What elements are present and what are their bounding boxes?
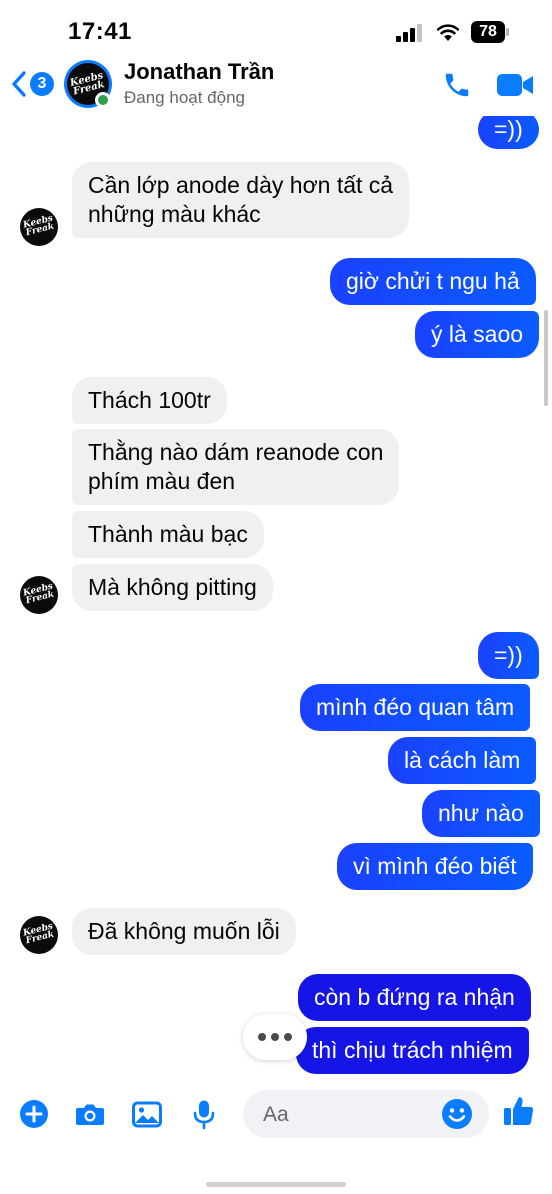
message-bubble-outgoing[interactable]: như nào: [422, 790, 540, 837]
chat-header: 3 Keebs Freak Jonathan Trần Đang hoạt độn…: [0, 56, 552, 116]
back-button[interactable]: 3: [10, 68, 56, 100]
message-bubble-incoming[interactable]: Thách 100tr: [72, 377, 227, 424]
sender-avatar[interactable]: Keebs Freak: [20, 576, 58, 614]
message-bubble-outgoing[interactable]: =)): [478, 116, 539, 149]
home-indicator: [206, 1182, 346, 1187]
message-list[interactable]: =)) Cần lớp anode dày hơn tất cả những mà…: [0, 116, 552, 1076]
unread-count-badge: 3: [30, 72, 54, 96]
message-bubble-outgoing[interactable]: thì chịu trách nhiệm: [296, 1027, 529, 1074]
message-bubble-outgoing[interactable]: là cách làm: [388, 737, 537, 784]
sender-avatar[interactable]: Keebs Freak: [20, 208, 58, 246]
message-bubble-incoming[interactable]: Cần lớp anode dày hơn tất cả những màu kh…: [72, 162, 410, 238]
smiley-icon[interactable]: [441, 1098, 473, 1130]
battery-icon: 78: [471, 21, 509, 43]
status-bar: 17:41 78: [0, 0, 552, 56]
microphone-icon[interactable]: [188, 1098, 220, 1130]
message-bubble-outgoing[interactable]: =)): [478, 632, 539, 679]
message-bubble-incoming[interactable]: Đã không muốn lỗi: [72, 908, 296, 955]
online-indicator: [95, 92, 111, 108]
message-bubble-outgoing[interactable]: ý là saoo: [415, 311, 540, 358]
message-bubble-outgoing[interactable]: giờ chửi t ngu hả: [330, 258, 536, 305]
message-bubble-incoming[interactable]: Thằng nào dám reanode con phím màu đen: [72, 429, 400, 505]
plus-circle-icon[interactable]: [18, 1098, 50, 1130]
status-time: 17:41: [68, 18, 132, 45]
contact-status: Đang hoạt động: [124, 88, 245, 107]
typing-dots-icon[interactable]: [243, 1014, 307, 1060]
message-bubble-outgoing[interactable]: còn b đứng ra nhận: [298, 974, 531, 1021]
video-camera-icon[interactable]: [496, 72, 534, 98]
contact-name[interactable]: Jonathan Trần: [124, 59, 274, 85]
sender-avatar[interactable]: Keebs Freak: [20, 916, 58, 954]
wifi-icon: [436, 24, 460, 41]
signal-icon: [396, 24, 424, 42]
message-bubble-incoming[interactable]: Mà không pitting: [72, 564, 273, 611]
message-bubble-incoming[interactable]: Thành màu bạc: [72, 511, 264, 558]
phone-icon[interactable]: [442, 70, 472, 100]
message-composer: Aa: [0, 1084, 552, 1144]
message-input-placeholder: Aa: [263, 1103, 289, 1126]
thumbs-up-icon[interactable]: [502, 1094, 536, 1128]
battery-level: 78: [471, 21, 505, 43]
message-input[interactable]: Aa: [243, 1090, 489, 1138]
message-bubble-outgoing[interactable]: mình đéo quan tâm: [300, 684, 531, 731]
camera-icon[interactable]: [74, 1098, 106, 1130]
message-bubble-outgoing[interactable]: vì mình đéo biết: [337, 843, 533, 890]
chevron-left-icon: [12, 71, 26, 97]
scrollbar[interactable]: [544, 310, 548, 406]
image-icon[interactable]: [131, 1098, 163, 1130]
